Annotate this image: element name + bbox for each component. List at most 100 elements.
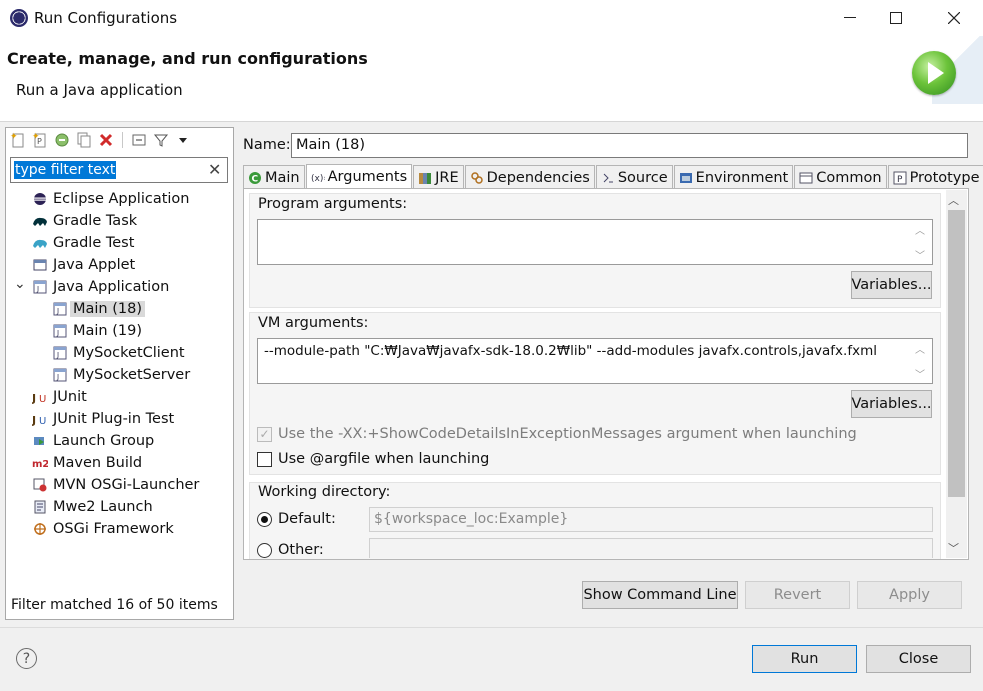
apply-button[interactable]: Apply — [857, 581, 962, 609]
show-code-details-checkbox-row[interactable]: ✓ Use the -XX:+ShowCodeDetailsInExceptio… — [257, 426, 857, 442]
other-radio[interactable] — [257, 542, 272, 558]
tree-item-label: Mwe2 Launch — [53, 499, 153, 515]
tab-arguments[interactable]: (x)=Arguments — [305, 164, 413, 189]
tab-label: Prototype — [909, 169, 980, 186]
tree-item-label: Main (18) — [70, 301, 145, 317]
jre-tab-icon — [418, 171, 432, 185]
junit-icon: JU — [32, 389, 48, 405]
tree-item-label: Launch Group — [53, 433, 155, 449]
run-button[interactable]: Run — [752, 645, 857, 673]
program-arguments-textarea[interactable] — [257, 219, 933, 265]
close-window-button[interactable] — [934, 4, 974, 32]
junit-plugin-icon: JU — [32, 411, 48, 427]
configuration-tree: Eclipse Application Gradle Task Gradle Tes… — [14, 188, 230, 540]
footer-separator — [0, 627, 983, 628]
tree-item-label: Java Application — [53, 279, 170, 295]
use-argfile-checkbox-row[interactable]: Use @argfile when launching — [257, 451, 489, 467]
show-command-line-button[interactable]: Show Command Line — [582, 581, 738, 609]
tree-item[interactable]: J U JUnit Plug-in Test — [14, 408, 230, 430]
svg-text:J: J — [32, 414, 36, 426]
java-config-icon: J — [52, 367, 68, 383]
toolbar-separator — [122, 132, 123, 148]
tree-item[interactable]: Eclipse Application — [14, 188, 230, 210]
tree-item[interactable]: ⌄ J Java Application — [14, 276, 230, 298]
export-configuration-icon[interactable] — [54, 132, 70, 148]
run-banner-icon — [912, 51, 956, 95]
svg-text:U: U — [39, 416, 46, 426]
tree-item[interactable]: J Main (18) — [14, 298, 230, 320]
tree-item[interactable]: OSGi Framework — [14, 518, 230, 540]
delete-icon[interactable] — [98, 132, 114, 148]
tab-main[interactable]: C Main — [243, 165, 305, 189]
tree-item[interactable]: Java Applet — [14, 254, 230, 276]
java-config-icon: J — [52, 301, 68, 317]
name-field[interactable]: Main (18) — [291, 133, 968, 158]
tree-item[interactable]: Mwe2 Launch — [14, 496, 230, 518]
other-radio-row[interactable]: Other: — [257, 542, 324, 558]
default-radio[interactable] — [257, 511, 272, 527]
minimize-button[interactable] — [830, 4, 870, 32]
help-icon[interactable]: ? — [16, 648, 37, 669]
expand-arrow-icon[interactable]: ⌄ — [14, 276, 26, 292]
tab-dependencies[interactable]: Dependencies — [464, 165, 595, 189]
svg-text:(x)=: (x)= — [311, 174, 325, 184]
duplicate-icon[interactable] — [76, 132, 92, 148]
environment-tab-icon — [679, 171, 693, 185]
gradle-icon — [32, 213, 48, 229]
tree-item[interactable]: m2 Maven Build — [14, 452, 230, 474]
tab-jre[interactable]: JRE — [413, 165, 464, 189]
default-radio-label: Default: — [278, 511, 336, 527]
use-argfile-checkbox[interactable] — [257, 451, 272, 467]
vm-arguments-textarea[interactable]: --module-path "C:₩Java₩javafx-sdk-18.0.2… — [257, 338, 933, 384]
tab-label: Dependencies — [486, 169, 590, 186]
maven-icon: m2 — [32, 455, 48, 471]
new-configuration-icon[interactable]: ✦ — [10, 132, 26, 148]
tab-bar: C Main (x)=Arguments JRE Dependencies Source E… — [243, 164, 983, 189]
maximize-button[interactable] — [876, 4, 916, 32]
tree-item[interactable]: J Main (19) — [14, 320, 230, 342]
tree-item-label: JUnit — [53, 389, 87, 405]
vm-args-scrollbar[interactable]: ︿ ﹀ — [912, 341, 928, 381]
tree-item[interactable]: Gradle Task — [14, 210, 230, 232]
scroll-up-icon[interactable]: ︿ — [948, 192, 959, 208]
show-code-details-checkbox[interactable]: ✓ — [257, 426, 272, 442]
java-app-icon: J — [32, 279, 48, 295]
vm-variables-button[interactable]: Variables... — [851, 390, 932, 418]
collapse-all-icon[interactable] — [131, 132, 147, 148]
clear-filter-icon[interactable]: ✕ — [208, 160, 221, 179]
program-args-scrollbar[interactable]: ︿ ﹀ — [912, 222, 928, 262]
close-icon — [948, 12, 960, 24]
revert-button[interactable]: Revert — [745, 581, 850, 609]
tab-prototype[interactable]: P Prototype — [887, 165, 983, 189]
scroll-down-icon[interactable]: ﹀ — [948, 540, 959, 556]
tree-item-label: MySocketServer — [73, 367, 191, 383]
new-prototype-icon[interactable]: P ✦ — [32, 132, 48, 148]
svg-text:J: J — [56, 373, 59, 381]
view-menu-icon[interactable] — [175, 132, 191, 148]
svg-text:C: C — [252, 174, 259, 184]
other-directory-field[interactable] — [369, 538, 933, 558]
tab-common[interactable]: Common — [794, 165, 887, 189]
tab-label: Common — [816, 169, 882, 186]
filter-input-text[interactable]: type filter text — [14, 161, 117, 179]
svg-text:U: U — [39, 394, 46, 404]
program-variables-button[interactable]: Variables... — [851, 271, 932, 299]
tab-environment[interactable]: Environment — [673, 165, 794, 189]
tree-item[interactable]: Launch Group — [14, 430, 230, 452]
tree-item[interactable]: MVN OSGi-Launcher — [14, 474, 230, 496]
close-button[interactable]: Close — [866, 645, 971, 673]
tab-label: Environment — [695, 169, 789, 186]
tree-item-label: Java Applet — [53, 257, 136, 273]
filter-icon[interactable] — [153, 132, 169, 148]
gradle-test-icon — [32, 235, 48, 251]
osgi-launcher-icon — [32, 477, 48, 493]
tree-item[interactable]: Gradle Test — [14, 232, 230, 254]
default-radio-row[interactable]: Default: — [257, 511, 336, 527]
tree-item[interactable]: J MySocketServer — [14, 364, 230, 386]
name-label: Name: — [243, 137, 291, 153]
tree-item[interactable]: J U JUnit — [14, 386, 230, 408]
source-tab-icon — [601, 171, 615, 185]
tab-source[interactable]: Source — [595, 165, 673, 189]
scroll-thumb[interactable] — [948, 210, 965, 497]
tree-item[interactable]: J MySocketClient — [14, 342, 230, 364]
